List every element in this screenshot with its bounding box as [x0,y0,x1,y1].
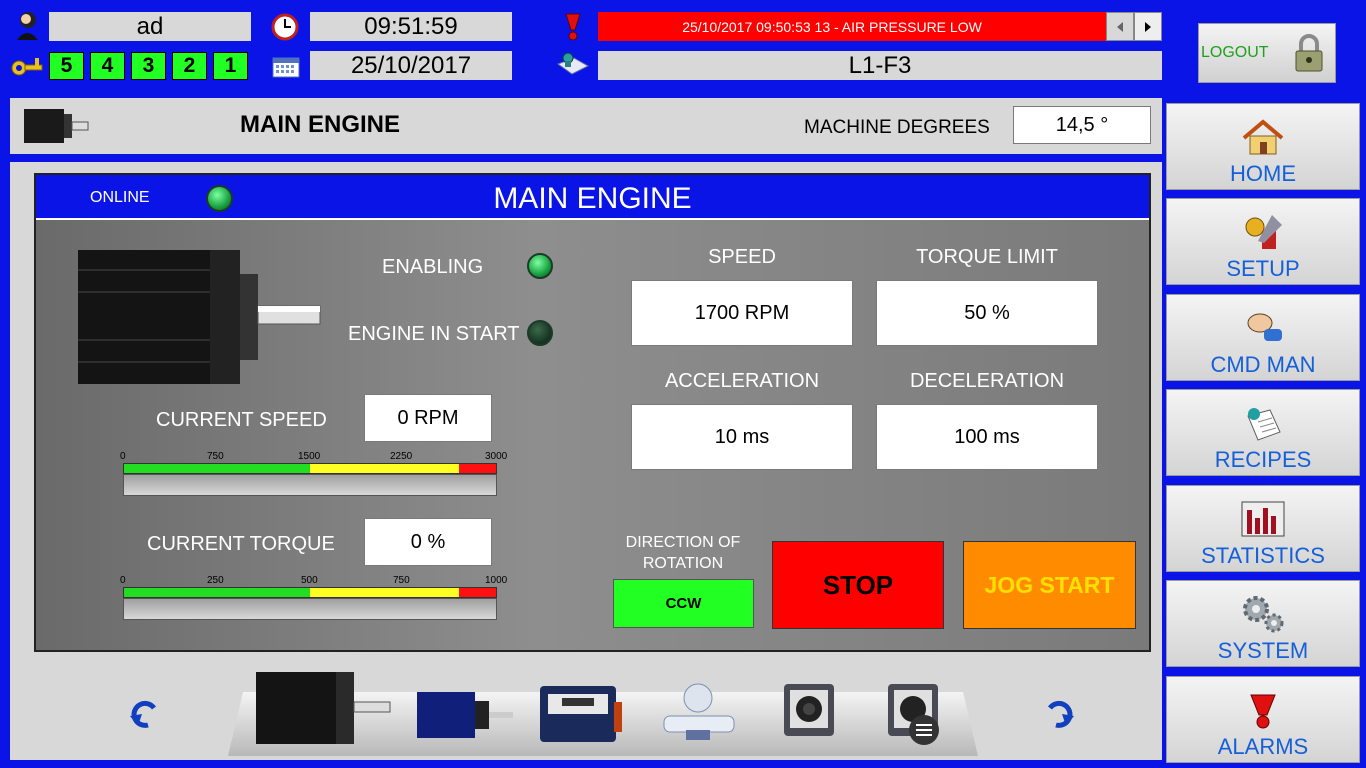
stop-button[interactable]: STOP [772,541,944,629]
nav-alarms-label: ALARMS [1217,734,1309,759]
alarm-icon [1250,694,1276,729]
enabling-label: ENABLING [382,256,484,278]
current-torque-label: CURRENT TORQUE [147,533,335,555]
nav-recipes-label: RECIPES [1214,447,1312,472]
direction-label: DIRECTION OF ROTATION [625,534,741,572]
nav-home-label: HOME [1230,161,1296,186]
calendar-icon [272,55,300,79]
deceleration-label: DECELERATION [909,370,1065,392]
device-camera-1[interactable] [780,682,838,742]
motor-icon [22,106,90,146]
logout-label: LOGOUT [1201,44,1269,61]
speed-setpoint-field[interactable]: 1700 RPM [631,280,853,346]
gears-icon [1243,596,1284,633]
statistics-icon [1241,501,1285,537]
enabling-led [527,253,553,279]
nav-home-button[interactable]: HOME [1166,103,1360,190]
next-page-button[interactable] [1044,696,1078,730]
torque-gauge: 0 250 500 750 1000 [120,575,507,621]
nav-cmd-man-button[interactable]: CMD MAN [1166,294,1360,381]
level-4[interactable]: 4 [90,52,125,80]
device-main-engine[interactable] [252,668,392,748]
nav-setup-button[interactable]: SETUP [1166,198,1360,285]
alarm-bell-icon [562,10,584,42]
speed-gauge: 0 750 1500 2250 3000 [120,451,507,497]
level-1[interactable]: 1 [213,52,248,80]
speed-tick-1500: 1500 [298,451,321,462]
alarm-banner[interactable]: 25/10/2017 09:50:53 13 - AIR PRESSURE LO… [598,12,1162,41]
nav-system-label: SYSTEM [1217,638,1309,663]
home-icon [1242,119,1284,155]
jog-start-button[interactable]: JOG START [963,541,1136,629]
current-torque-value: 0 % [364,518,492,566]
speed-color-band [123,463,497,474]
level-2[interactable]: 2 [172,52,207,80]
torque-tick-500: 500 [301,575,318,586]
speed-bar-track [123,474,497,496]
speed-tick-750: 750 [207,451,224,462]
nav-statistics-button[interactable]: STATISTICS [1166,485,1360,572]
nav-recipes-button[interactable]: RECIPES [1166,389,1360,476]
deceleration-field[interactable]: 100 ms [876,404,1098,470]
current-speed-label: CURRENT SPEED [156,409,327,431]
torque-limit-label: TORQUE LIMIT [916,246,1058,268]
speed-label: SPEED [708,246,776,268]
speed-tick-2250: 2250 [390,451,413,462]
torque-tick-0: 0 [120,575,126,586]
hand-icon [1247,313,1282,341]
torque-tick-1000: 1000 [485,575,508,586]
torque-bar-track [123,598,497,620]
alarm-prev-button[interactable] [1106,12,1134,41]
nav-setup-label: SETUP [1226,256,1300,281]
arrow-right-icon [1145,21,1151,32]
acceleration-label: ACCELERATION [664,370,820,392]
machine-degrees-value: 14,5 ° [1013,106,1151,144]
date-field: 25/10/2017 [310,51,512,80]
device-printer[interactable] [538,684,624,744]
time-field: 09:51:59 [310,12,512,41]
alarm-next-button[interactable] [1134,12,1162,41]
key-icon [10,52,44,80]
engine-start-label: ENGINE IN START [348,323,520,345]
nav-system-button[interactable]: SYSTEM [1166,580,1360,667]
motor-image [74,248,324,386]
torque-tick-250: 250 [207,575,224,586]
recipes-icon [1247,408,1281,441]
rotate-right-icon [1047,700,1074,728]
arrow-left-icon [1117,21,1123,32]
torque-color-band [123,587,497,598]
nav-statistics-label: STATISTICS [1201,543,1325,568]
engine-start-led [527,320,553,346]
line-field: L1-F3 [598,51,1162,80]
prev-page-button[interactable] [126,696,160,730]
device-camera-2[interactable] [884,682,942,746]
logout-button[interactable]: LOGOUT [1198,23,1336,83]
speed-tick-3000: 3000 [485,451,508,462]
acceleration-field[interactable]: 10 ms [631,404,853,470]
level-5[interactable]: 5 [49,52,84,80]
device-labeler[interactable] [656,680,740,746]
clock-icon [270,11,300,41]
panel-title: MAIN ENGINE [493,182,692,215]
page-title: MAIN ENGINE [240,111,401,138]
line-icon [556,50,590,80]
setup-icon [1245,215,1282,249]
alarm-message: 25/10/2017 09:50:53 13 - AIR PRESSURE LO… [682,18,982,35]
access-levels: 5 4 3 2 1 [49,52,251,80]
padlock-icon [1295,34,1323,72]
nav-alarms-button[interactable]: ALARMS [1166,676,1360,763]
torque-tick-750: 750 [393,575,410,586]
user-field: ad [49,12,251,41]
machine-degrees-label: MACHINE DEGREES [804,117,990,138]
device-servo-motor[interactable] [415,689,515,741]
level-3[interactable]: 3 [131,52,166,80]
rotate-left-icon [130,700,157,728]
torque-limit-field[interactable]: 50 % [876,280,1098,346]
current-speed-value: 0 RPM [364,394,492,442]
speed-tick-0: 0 [120,451,126,462]
user-icon [14,10,40,40]
nav-cmd-man-label: CMD MAN [1210,352,1316,377]
direction-toggle[interactable]: CCW [613,579,754,628]
